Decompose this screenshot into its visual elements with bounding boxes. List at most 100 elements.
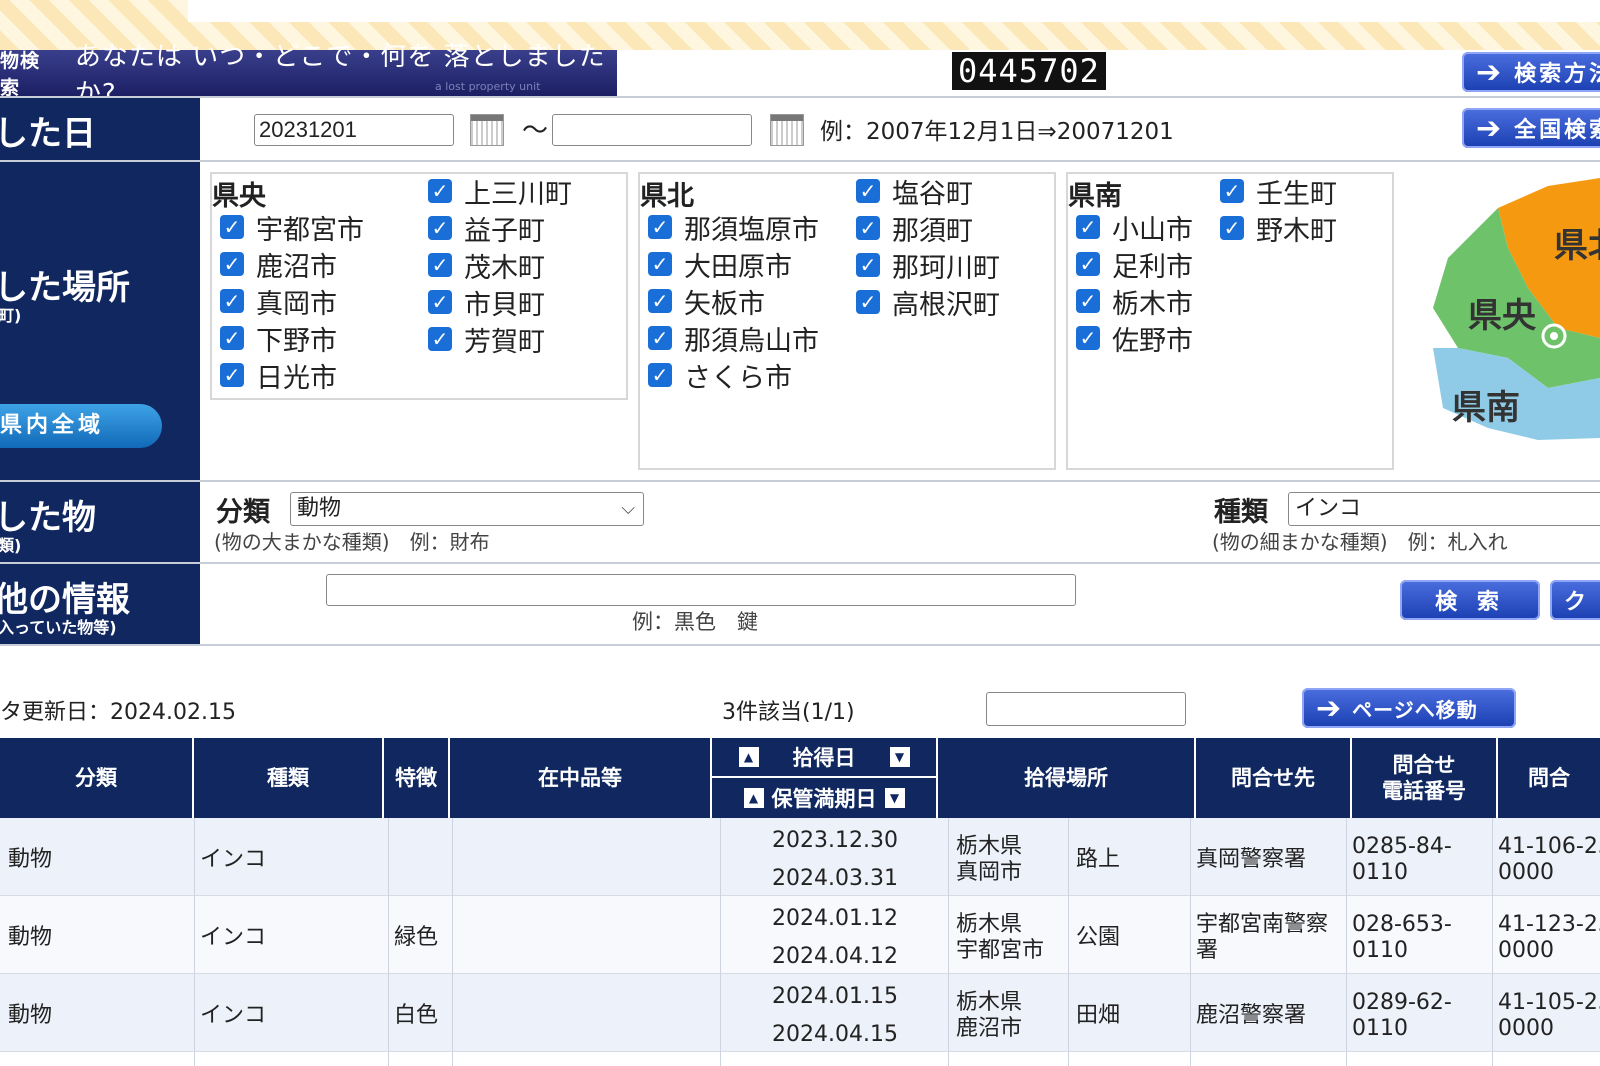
- column-header-phone: 問合せ 電話番号: [1352, 738, 1498, 818]
- cell-ref: 41-106-23: [1498, 834, 1600, 859]
- calendar-icon[interactable]: [770, 114, 804, 146]
- checkbox-sakura[interactable]: ✓ さくら市: [648, 360, 792, 394]
- checkbox-sano[interactable]: ✓ 佐野市: [1076, 323, 1193, 357]
- sort-asc-icon[interactable]: ▲: [738, 747, 759, 767]
- arrow-right-icon: ➔: [1476, 54, 1505, 90]
- arrow-right-icon: ➔: [1316, 690, 1343, 726]
- check-icon: ✓: [428, 253, 452, 277]
- checkbox-oyama[interactable]: ✓ 小山市: [1076, 212, 1193, 246]
- row-divider: [0, 96, 1600, 98]
- checkbox-haga[interactable]: ✓ 芳賀町: [428, 324, 545, 358]
- check-icon: ✓: [856, 179, 880, 203]
- category-hint: (物の大まかな種類) 例：財布: [214, 530, 490, 554]
- cell-expiry-date: 2024.04.15: [772, 1022, 898, 1047]
- all-area-button[interactable]: 県内全域: [0, 404, 162, 448]
- calendar-icon[interactable]: [470, 114, 504, 146]
- checkbox-label: 芳賀町: [464, 326, 545, 358]
- checkbox-nasushiobara[interactable]: ✓ 那須塩原市: [648, 212, 819, 246]
- cell-feature: 白色: [394, 1003, 439, 1028]
- cell-expiry-date: 2024.04.12: [772, 944, 898, 969]
- column-header-expiry-date[interactable]: ▲ 保管満期日 ▼: [712, 778, 936, 818]
- row-divider: [0, 644, 1600, 646]
- sort-desc-icon[interactable]: ▼: [884, 788, 905, 808]
- sort-asc-icon[interactable]: ▲: [743, 788, 764, 808]
- column-divider: [1346, 818, 1347, 1066]
- page-move-button[interactable]: ➔ ページへ移動: [1302, 688, 1516, 728]
- check-icon: ✓: [428, 216, 452, 240]
- cell-prefecture: 栃木県: [956, 990, 1023, 1015]
- checkbox-takanezawa[interactable]: ✓ 高根沢町: [856, 287, 1000, 321]
- checkbox-label: 佐野市: [1112, 325, 1193, 357]
- type-input[interactable]: インコ: [1288, 492, 1600, 526]
- region-map[interactable]: 県北 県央 県南: [1428, 178, 1600, 458]
- checkbox-shimotsuke[interactable]: ✓ 下野市: [220, 323, 337, 357]
- cell-phone: 0289-62-: [1352, 990, 1452, 1015]
- page-number-input[interactable]: [986, 692, 1186, 726]
- cell-expiry-date: 2024.03.31: [772, 866, 898, 891]
- date-from-input[interactable]: 20231201: [254, 114, 454, 146]
- map-label-central: 県央: [1468, 296, 1536, 336]
- checkbox-label: 壬生町: [1256, 178, 1337, 210]
- checkbox-nogi[interactable]: ✓ 野木町: [1220, 213, 1337, 247]
- category-select[interactable]: 動物 ⌵: [290, 492, 644, 526]
- phone-header-line1: 問合せ: [1392, 753, 1456, 777]
- title-subtitle: a lost property unit: [435, 80, 541, 93]
- date-example: 例：2007年12月1日⇒20071201: [820, 119, 1174, 145]
- checkbox-mashiko[interactable]: ✓ 益子町: [428, 213, 545, 247]
- sort-desc-icon[interactable]: ▼: [889, 747, 910, 767]
- cell-city: 真岡市: [956, 860, 1023, 885]
- checkbox-nakagawa[interactable]: ✓ 那珂川町: [856, 250, 1000, 284]
- search-method-button[interactable]: ➔ 検索方法: [1462, 52, 1600, 92]
- cell-type: インコ: [200, 847, 267, 872]
- check-icon: ✓: [220, 289, 244, 313]
- column-header-category: 分類: [0, 738, 194, 818]
- cell-phone-2: 0110: [1352, 938, 1408, 963]
- checkbox-utsunomiya[interactable]: ✓ 宇都宮市: [220, 212, 364, 246]
- place-row-sublabel: 町): [0, 306, 22, 325]
- checkbox-kanuma[interactable]: ✓ 鹿沼市: [220, 249, 337, 283]
- item-row-sublabel: 類): [0, 536, 22, 555]
- column-header-found-date[interactable]: ▲ 拾得日 ▼: [712, 738, 936, 778]
- cell-category: 動物: [8, 1003, 53, 1028]
- checkbox-label: 高根沢町: [892, 289, 1000, 321]
- column-header-feature: 特徴: [384, 738, 450, 818]
- checkbox-nasukarasuyama[interactable]: ✓ 那須烏山市: [648, 323, 819, 357]
- checkbox-label: 那珂川町: [892, 252, 1000, 284]
- checkbox-shioya[interactable]: ✓ 塩谷町: [856, 176, 973, 210]
- cell-contact-2: 署: [1196, 938, 1219, 963]
- other-info-input[interactable]: [326, 574, 1076, 606]
- cell-phone: 028-653-: [1352, 912, 1452, 937]
- checkbox-nasu[interactable]: ✓ 那須町: [856, 213, 973, 247]
- checkbox-ichikai[interactable]: ✓ 市貝町: [428, 287, 545, 321]
- column-divider: [720, 818, 721, 1066]
- checkbox-kaminokawa[interactable]: ✓ 上三川町: [428, 176, 572, 210]
- category-label: 分類: [216, 497, 270, 528]
- date-to-input[interactable]: [552, 114, 752, 146]
- nationwide-search-button[interactable]: ➔ 全国検索: [1462, 108, 1600, 148]
- checkbox-mibu[interactable]: ✓ 壬生町: [1220, 176, 1337, 210]
- checkbox-label: 益子町: [464, 215, 545, 247]
- checkbox-nikko[interactable]: ✓ 日光市: [220, 360, 337, 394]
- checkbox-ashikaga[interactable]: ✓ 足利市: [1076, 249, 1193, 283]
- column-divider: [1068, 818, 1069, 1066]
- checkbox-yaita[interactable]: ✓ 矢板市: [648, 286, 765, 320]
- checkbox-label: 真岡市: [256, 288, 337, 320]
- checkbox-motegi[interactable]: ✓ 茂木町: [428, 250, 545, 284]
- column-divider: [388, 818, 389, 1066]
- checkbox-moka[interactable]: ✓ 真岡市: [220, 286, 337, 320]
- checkbox-label: 大田原市: [684, 251, 792, 283]
- checkbox-label: さくら市: [684, 362, 792, 394]
- clear-button[interactable]: ク: [1550, 580, 1600, 620]
- checkbox-label: 塩谷町: [892, 178, 973, 210]
- checkbox-tochigi[interactable]: ✓ 栃木市: [1076, 286, 1193, 320]
- map-label-north: 県北: [1554, 226, 1600, 266]
- check-icon: ✓: [1076, 289, 1100, 313]
- checkbox-label: 矢板市: [684, 288, 765, 320]
- cell-category: 動物: [8, 847, 53, 872]
- cell-phone: 0285-84-: [1352, 834, 1452, 859]
- cell-ref: 41-123-23: [1498, 912, 1600, 937]
- search-button[interactable]: 検 索: [1400, 580, 1540, 620]
- cell-contact: 鹿沼警察署: [1196, 1003, 1307, 1028]
- capital-marker-dot: [1550, 332, 1558, 340]
- checkbox-otawara[interactable]: ✓ 大田原市: [648, 249, 792, 283]
